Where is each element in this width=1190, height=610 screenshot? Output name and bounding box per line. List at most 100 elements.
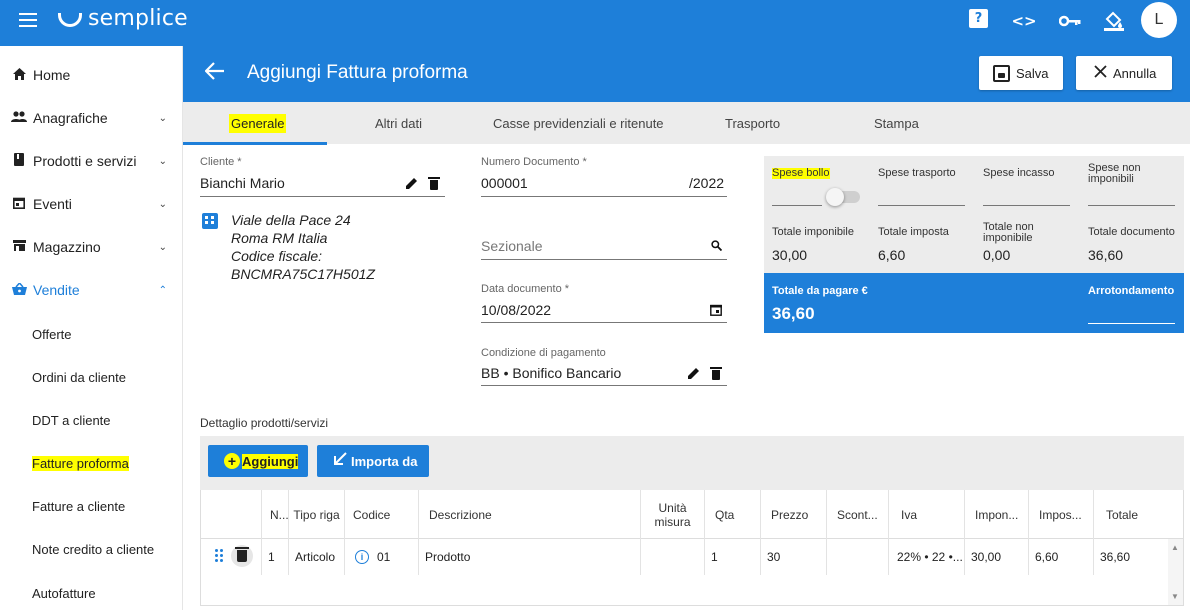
book-icon	[11, 153, 27, 169]
paint-bucket-icon[interactable]	[1102, 10, 1126, 32]
spese-bollo-label: Spese bollo	[772, 167, 830, 179]
sidebar-subitem-note-credito[interactable]: Note credito a cliente	[32, 539, 154, 559]
delete-icon[interactable]	[428, 177, 440, 193]
sidebar: Home Anagrafiche ⌄ Prodotti e servizi ⌄ …	[0, 46, 183, 610]
sidebar-item-magazzino[interactable]: Magazzino ⌄	[0, 227, 183, 267]
warehouse-icon	[11, 240, 27, 254]
vertical-scrollbar[interactable]: ▲ ▼	[1168, 539, 1183, 605]
column-header[interactable]: Impos...	[1028, 490, 1093, 539]
sidebar-item-vendite[interactable]: Vendite ⌃	[0, 270, 183, 310]
scroll-up-icon[interactable]: ▲	[1171, 543, 1179, 552]
search-icon[interactable]	[711, 240, 723, 254]
column-header[interactable]: Codice	[344, 490, 418, 539]
sidebar-subitem-fatture-proforma[interactable]: Fatture proforma	[32, 453, 129, 473]
sidebar-item-label: Eventi	[33, 196, 72, 212]
add-button[interactable]: + Aggiungi	[208, 445, 308, 477]
menu-icon[interactable]	[19, 13, 37, 27]
scroll-down-icon[interactable]: ▼	[1171, 592, 1179, 601]
totale-documento-value: 36,60	[1088, 247, 1124, 263]
spese-trasporto-label: Spese trasporto	[878, 167, 956, 179]
calendar-icon	[11, 197, 27, 212]
spese-incasso-input[interactable]	[983, 205, 1070, 206]
tab-trasporto[interactable]: Trasporto	[725, 102, 780, 144]
column-header[interactable]: Iva	[888, 490, 964, 539]
sidebar-item-label: Magazzino	[33, 239, 101, 255]
totale-imposta-label: Totale imposta	[878, 226, 949, 238]
tab-bar: Generale Altri dati Casse previdenziali …	[183, 102, 1190, 145]
sezionale-input[interactable]: Sezionale	[481, 238, 543, 254]
spese-bollo-underline	[772, 205, 822, 206]
drag-handle-icon[interactable]	[215, 549, 223, 563]
sidebar-subitem-ordini[interactable]: Ordini da cliente	[32, 367, 126, 387]
tab-generale[interactable]: Generale	[229, 102, 287, 144]
numero-documento-field[interactable]: 000001	[481, 175, 528, 191]
top-bar: semplice ? <> L	[0, 0, 1190, 46]
condizione-pagamento-field[interactable]: BB • Bonifico Bancario	[481, 365, 621, 381]
totale-imponibile-label: Totale imponibile	[772, 226, 854, 238]
numero-underline	[481, 196, 727, 197]
spese-trasporto-input[interactable]	[878, 205, 965, 206]
tab-altri-dati[interactable]: Altri dati	[375, 102, 422, 144]
cell-imposta: 6,60	[1028, 539, 1093, 575]
edit-icon[interactable]	[406, 177, 418, 192]
cell-totale: 36,60	[1093, 539, 1168, 575]
info-icon[interactable]: i	[355, 550, 369, 564]
column-header[interactable]: Qta	[704, 490, 760, 539]
numero-documento-label: Numero Documento *	[481, 156, 587, 168]
app-logo[interactable]: semplice	[58, 6, 188, 31]
cell-sconto	[826, 539, 888, 575]
column-header[interactable]: Scont...	[826, 490, 888, 539]
spese-non-imponibili-input[interactable]	[1088, 205, 1175, 206]
help-icon[interactable]: ?	[969, 9, 988, 28]
column-header[interactable]: Descrizione	[418, 490, 640, 539]
column-header[interactable]: Tipo riga	[288, 490, 344, 539]
delete-row-icon[interactable]	[231, 545, 253, 567]
totale-non-imponibile-value: 0,00	[983, 247, 1011, 263]
chevron-up-icon: ⌃	[158, 284, 167, 296]
arrotondamento-input[interactable]	[1088, 323, 1175, 324]
calendar-icon[interactable]	[710, 304, 722, 319]
column-header[interactable]: Unità misura	[640, 490, 704, 539]
edit-icon[interactable]	[688, 367, 700, 382]
sidebar-subitem-ddt[interactable]: DDT a cliente	[32, 410, 111, 430]
tab-stampa[interactable]: Stampa	[874, 102, 919, 144]
condizione-pagamento-label: Condizione di pagamento	[481, 347, 606, 359]
spese-bollo-toggle[interactable]	[826, 188, 860, 206]
key-icon[interactable]	[1058, 10, 1082, 32]
detail-toolbar: + Aggiungi Importa da	[200, 436, 1184, 490]
sidebar-item-home[interactable]: Home	[0, 55, 183, 95]
avatar[interactable]: L	[1141, 2, 1177, 38]
sidebar-item-anagrafiche[interactable]: Anagrafiche ⌄	[0, 98, 183, 138]
client-address: Viale della Pace 24 Roma RM Italia Codic…	[231, 212, 375, 282]
cliente-field[interactable]: Bianchi Mario	[200, 175, 285, 191]
column-header[interactable]: Impon...	[964, 490, 1028, 539]
cell-codice: i 01	[344, 539, 418, 575]
back-arrow-icon[interactable]	[204, 60, 225, 86]
cell-imponibile: 30,00	[964, 539, 1028, 575]
sidebar-subitem-autofatture[interactable]: Autofatture	[32, 583, 96, 603]
sidebar-item-eventi[interactable]: Eventi ⌄	[0, 184, 183, 224]
totale-da-pagare-value: 36,60	[772, 304, 815, 323]
code-icon[interactable]: <>	[1011, 10, 1036, 32]
delete-icon[interactable]	[710, 367, 722, 383]
save-button[interactable]: Salva	[979, 56, 1063, 90]
sidebar-subitem-offerte[interactable]: Offerte	[32, 324, 72, 344]
products-grid: N... Tipo riga Codice Descrizione Unità …	[200, 490, 1184, 606]
totale-imposta-value: 6,60	[878, 247, 906, 263]
column-header[interactable]: Prezzo	[760, 490, 826, 539]
sidebar-item-label: Prodotti e servizi	[33, 153, 137, 169]
sidebar-subitem-fatture-cliente[interactable]: Fatture a cliente	[32, 496, 125, 516]
column-header[interactable]: Totale	[1093, 490, 1168, 539]
data-documento-label: Data documento *	[481, 283, 570, 295]
tab-casse[interactable]: Casse previdenziali e ritenute	[493, 102, 664, 144]
sidebar-item-prodotti[interactable]: Prodotti e servizi ⌄	[0, 141, 183, 181]
cell-qta: 1	[704, 539, 760, 575]
import-button[interactable]: Importa da	[317, 445, 429, 477]
cancel-button[interactable]: Annulla	[1076, 56, 1172, 90]
column-header[interactable]: N...	[261, 490, 289, 539]
data-documento-field[interactable]: 10/08/2022	[481, 302, 551, 318]
condizione-underline	[481, 385, 727, 386]
totale-non-imponibile-label: Totale non imponibile	[983, 221, 1034, 244]
arrotondamento-label: Arrotondamento	[1088, 285, 1175, 297]
table-row[interactable]: 1 Articolo i 01 Prodotto 1 30 22% • 22 •…	[201, 539, 1183, 575]
